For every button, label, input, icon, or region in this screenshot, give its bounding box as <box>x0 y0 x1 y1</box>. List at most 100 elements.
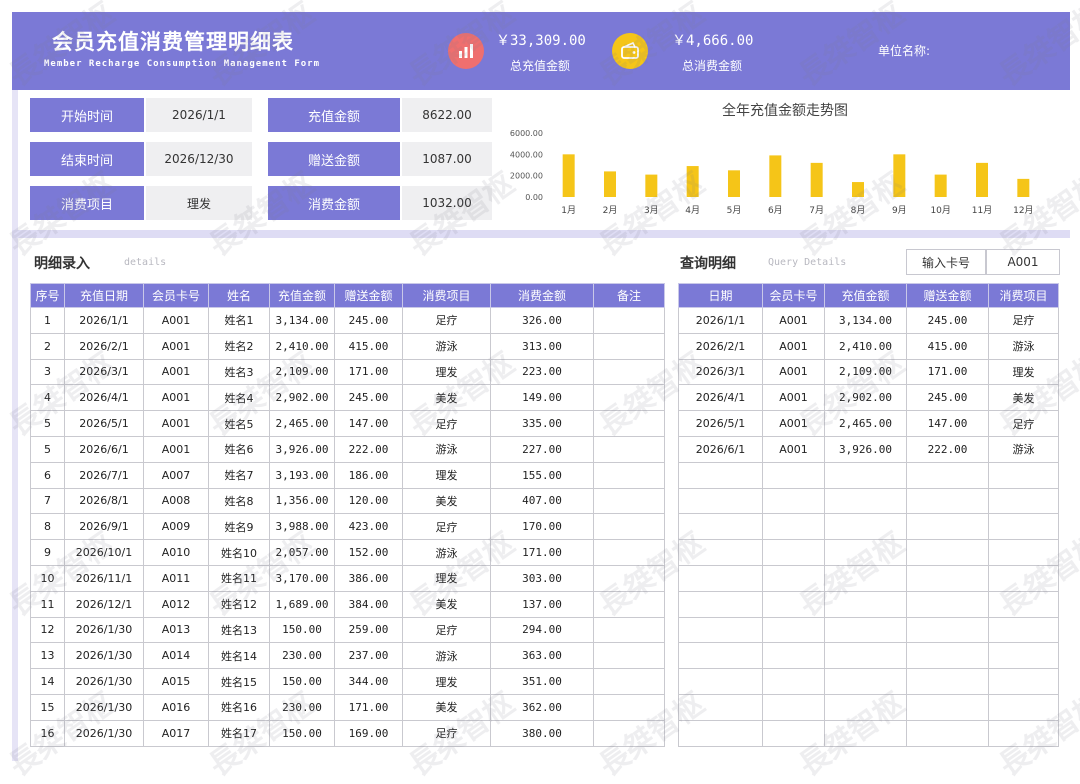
table-cell[interactable]: 415.00 <box>906 332 989 360</box>
table-cell[interactable] <box>988 642 1059 670</box>
table-cell[interactable]: 9 <box>30 539 65 566</box>
table-cell[interactable]: 259.00 <box>334 616 403 644</box>
table-row[interactable] <box>678 513 1059 541</box>
table-cell[interactable] <box>988 513 1059 541</box>
table-cell[interactable]: A001 <box>762 332 825 360</box>
table-cell[interactable]: 147.00 <box>906 410 989 437</box>
table-cell[interactable]: 足疗 <box>402 719 491 747</box>
table-cell[interactable] <box>593 384 665 412</box>
table-row[interactable] <box>678 719 1059 747</box>
table-row[interactable]: 12 2026/1/30 A013 姓名13 150.00 259.00 足疗 294.00 <box>30 616 665 644</box>
table-cell[interactable] <box>906 513 989 541</box>
table-cell[interactable]: 4 <box>30 384 65 412</box>
table-cell[interactable] <box>678 616 763 644</box>
table-cell[interactable]: 150.00 <box>269 668 335 695</box>
table-cell[interactable]: 169.00 <box>334 719 403 747</box>
table-cell[interactable]: 380.00 <box>490 719 594 747</box>
table-cell[interactable]: 3 <box>30 358 65 386</box>
table-cell[interactable]: 6 <box>30 461 65 489</box>
table-cell[interactable]: A014 <box>143 642 209 670</box>
end-time-field[interactable]: 2026/12/30 <box>146 142 252 176</box>
table-cell[interactable]: 149.00 <box>490 384 594 412</box>
table-cell[interactable] <box>593 719 665 747</box>
table-cell[interactable]: 2,109.00 <box>269 358 335 386</box>
table-cell[interactable] <box>593 616 665 644</box>
table-cell[interactable]: 10 <box>30 564 65 592</box>
table-cell[interactable] <box>988 461 1059 489</box>
table-cell[interactable]: 223.00 <box>490 358 594 386</box>
table-cell[interactable]: 2026/1/1 <box>64 307 144 334</box>
table-cell[interactable]: 美发 <box>402 384 491 412</box>
table-cell[interactable]: 313.00 <box>490 332 594 360</box>
table-cell[interactable]: A011 <box>143 564 209 592</box>
table-cell[interactable]: 美发 <box>402 693 491 721</box>
table-row[interactable] <box>678 616 1059 644</box>
table-cell[interactable] <box>762 461 825 489</box>
table-cell[interactable]: 7 <box>30 487 65 515</box>
table-cell[interactable]: 152.00 <box>334 539 403 566</box>
table-row[interactable]: 2 2026/2/1 A001 姓名2 2,410.00 415.00 游泳 313.00 <box>30 332 665 360</box>
table-row[interactable]: 6 2026/7/1 A007 姓名7 3,193.00 186.00 理发 155.00 <box>30 461 665 489</box>
table-cell[interactable]: 237.00 <box>334 642 403 670</box>
table-cell[interactable]: 姓名17 <box>208 719 270 747</box>
table-cell[interactable]: 222.00 <box>334 435 403 463</box>
table-cell[interactable]: 137.00 <box>490 590 594 618</box>
table-cell[interactable]: 230.00 <box>269 693 335 721</box>
table-cell[interactable]: 2026/2/1 <box>64 332 144 360</box>
table-cell[interactable]: A001 <box>143 358 209 386</box>
table-cell[interactable]: A001 <box>762 307 825 334</box>
table-cell[interactable]: A001 <box>143 307 209 334</box>
table-cell[interactable]: 姓名15 <box>208 668 270 695</box>
table-cell[interactable] <box>906 461 989 489</box>
table-row[interactable] <box>678 461 1059 489</box>
table-cell[interactable]: 足疗 <box>402 410 491 437</box>
table-cell[interactable]: A001 <box>762 410 825 437</box>
table-cell[interactable] <box>593 358 665 386</box>
table-cell[interactable]: 1,356.00 <box>269 487 335 515</box>
table-cell[interactable]: 足疗 <box>402 513 491 541</box>
table-cell[interactable] <box>762 487 825 515</box>
table-cell[interactable]: 2026/7/1 <box>64 461 144 489</box>
table-cell[interactable]: 3,926.00 <box>269 435 335 463</box>
table-cell[interactable]: A001 <box>143 410 209 437</box>
table-cell[interactable]: 理发 <box>402 564 491 592</box>
table-cell[interactable]: 222.00 <box>906 435 989 463</box>
table-cell[interactable]: 足疗 <box>988 410 1059 437</box>
table-cell[interactable] <box>906 564 989 592</box>
table-cell[interactable]: 11 <box>30 590 65 618</box>
table-row[interactable]: 3 2026/3/1 A001 姓名3 2,109.00 171.00 理发 223.00 <box>30 358 665 386</box>
table-cell[interactable]: 147.00 <box>334 410 403 437</box>
table-row[interactable]: 13 2026/1/30 A014 姓名14 230.00 237.00 游泳 363.00 <box>30 642 665 670</box>
table-cell[interactable] <box>762 719 825 747</box>
table-cell[interactable]: 3,926.00 <box>824 435 907 463</box>
table-cell[interactable]: 2,109.00 <box>824 358 907 386</box>
table-cell[interactable]: A001 <box>143 332 209 360</box>
table-cell[interactable] <box>593 410 665 437</box>
table-cell[interactable]: 足疗 <box>402 307 491 334</box>
table-cell[interactable]: A015 <box>143 668 209 695</box>
table-cell[interactable]: 2026/11/1 <box>64 564 144 592</box>
table-cell[interactable] <box>593 668 665 695</box>
table-cell[interactable]: A016 <box>143 693 209 721</box>
table-row[interactable]: 2026/1/1 A001 3,134.00 245.00 足疗 <box>678 307 1059 334</box>
table-cell[interactable]: 足疗 <box>402 616 491 644</box>
table-cell[interactable] <box>988 590 1059 618</box>
table-cell[interactable]: 姓名6 <box>208 435 270 463</box>
table-cell[interactable] <box>906 719 989 747</box>
table-row[interactable]: 1 2026/1/1 A001 姓名1 3,134.00 245.00 足疗 326.00 <box>30 307 665 334</box>
table-cell[interactable] <box>678 461 763 489</box>
table-cell[interactable]: 171.00 <box>334 358 403 386</box>
table-cell[interactable]: 363.00 <box>490 642 594 670</box>
table-cell[interactable] <box>678 719 763 747</box>
table-cell[interactable]: A001 <box>762 435 825 463</box>
table-cell[interactable]: 姓名7 <box>208 461 270 489</box>
table-cell[interactable]: 2,902.00 <box>269 384 335 412</box>
table-row[interactable]: 2026/5/1 A001 2,465.00 147.00 足疗 <box>678 410 1059 437</box>
table-cell[interactable]: 2026/1/30 <box>64 719 144 747</box>
table-cell[interactable]: 2,902.00 <box>824 384 907 412</box>
table-cell[interactable]: 2026/3/1 <box>64 358 144 386</box>
table-row[interactable]: 9 2026/10/1 A010 姓名10 2,057.00 152.00 游泳 171.00 <box>30 539 665 566</box>
table-cell[interactable]: 游泳 <box>402 332 491 360</box>
table-cell[interactable] <box>593 642 665 670</box>
table-cell[interactable]: 5 <box>30 435 65 463</box>
